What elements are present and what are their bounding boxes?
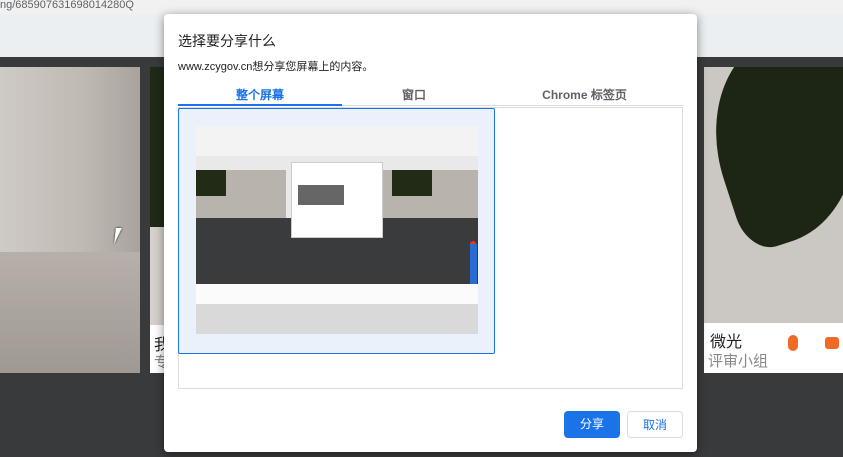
video-tile-left [0, 67, 140, 373]
tab-chrome-tab[interactable]: Chrome 标签页 [486, 86, 683, 104]
dialog-title: 选择要分享什么 [178, 33, 276, 49]
participant-name: 微光 [710, 334, 743, 351]
preview-tile [196, 170, 286, 218]
preview-control-bar [196, 284, 478, 306]
tile-plant [704, 67, 843, 256]
tile-caption: 我 专 [150, 325, 164, 373]
tile-caption: 微光 评审小组 [704, 323, 843, 373]
screen-thumbnail[interactable] [178, 108, 495, 354]
video-tile-middle: 我 专 [150, 67, 164, 373]
share-screen-dialog: 选择要分享什么 www.zcygov.cn想分享您屏幕上的内容。 整个屏幕 窗口… [164, 14, 697, 452]
video-tile-right: 微光 评审小组 [704, 67, 843, 373]
preview-tile [382, 170, 478, 218]
preview-taskbar [196, 304, 478, 334]
preview-side-toolbar [470, 244, 477, 284]
tab-window[interactable]: 窗口 [342, 86, 486, 104]
dialog-subtitle: www.zcygov.cn想分享您屏幕上的内容。 [178, 61, 374, 73]
tile-plant [150, 67, 164, 227]
cancel-button[interactable]: 取消 [627, 411, 683, 438]
tab-selected-indicator [178, 104, 342, 106]
url-fragment: ng/685907631698014280Q [0, 0, 134, 11]
tab-entire-screen[interactable]: 整个屏幕 [178, 86, 342, 104]
tile-floor [0, 252, 140, 373]
camera-icon[interactable] [825, 337, 839, 349]
mic-icon[interactable] [788, 335, 798, 351]
browser-address-strip: ng/685907631698014280Q [0, 0, 843, 14]
tile-caption-sub: 专 [154, 354, 164, 371]
preview-dialog [291, 162, 383, 238]
cursor-icon [114, 228, 128, 244]
share-button[interactable]: 分享 [564, 411, 620, 438]
screen-preview-image [196, 126, 478, 334]
participant-role: 评审小组 [708, 353, 769, 370]
preview-browser-bar [196, 126, 478, 156]
